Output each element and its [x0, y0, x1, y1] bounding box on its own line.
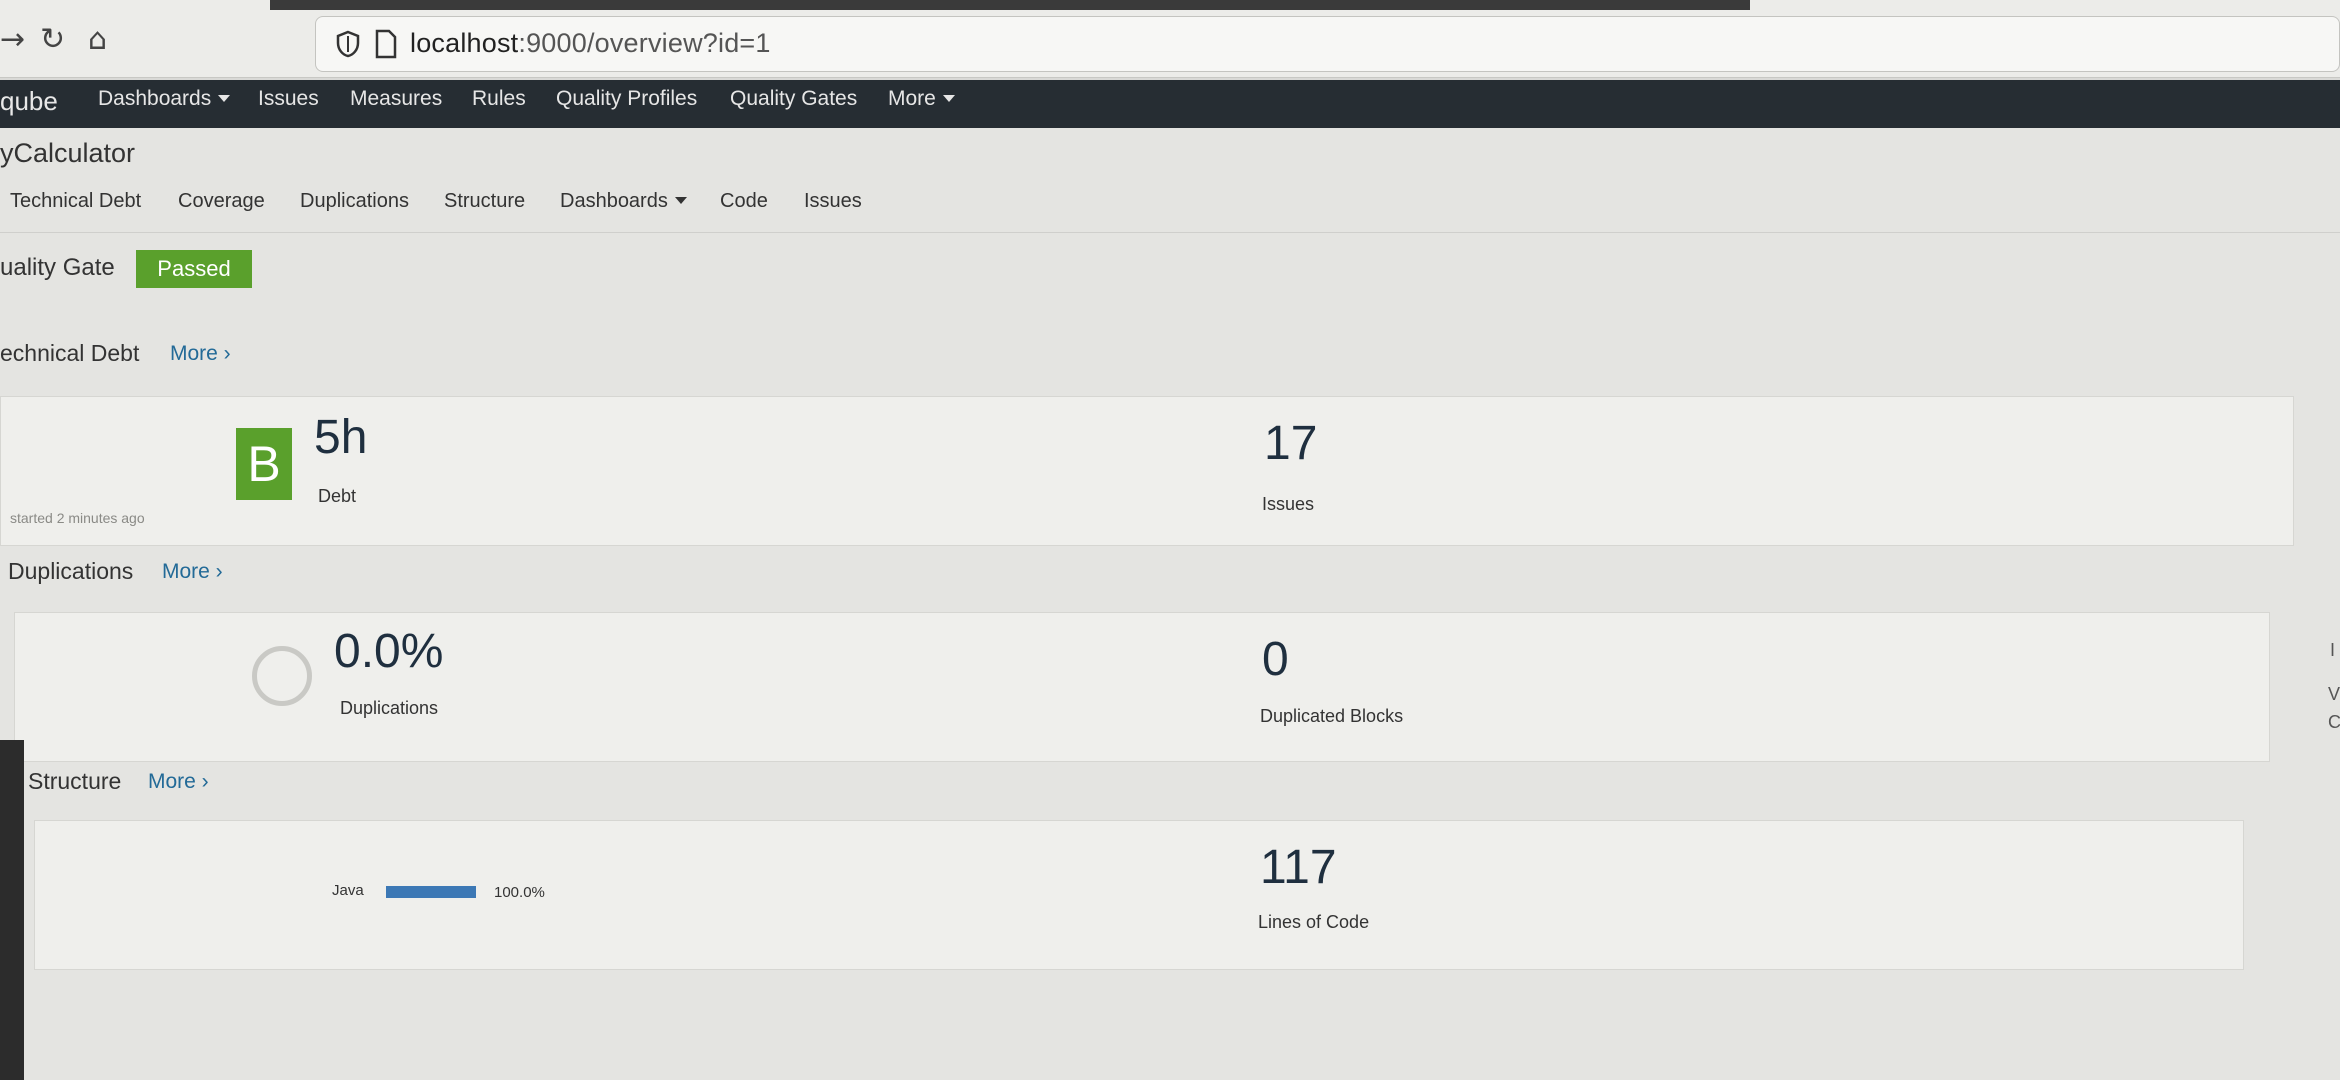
language-share: 100.0%: [494, 884, 545, 901]
nav-dashboards[interactable]: Dashboards: [98, 87, 231, 111]
issues-value[interactable]: 17: [1264, 416, 1317, 471]
shield-icon: [336, 30, 360, 58]
quality-gate-status-badge: Passed: [136, 250, 252, 288]
duplications-donut: [252, 646, 312, 706]
duplicated-blocks-label: Duplicated Blocks: [1260, 706, 1404, 726]
page-icon: [375, 29, 397, 59]
technical-debt-heading: echnical Debt: [0, 340, 140, 366]
sonarqube-logo[interactable]: qube: [0, 86, 58, 117]
nav-issues[interactable]: Issues: [258, 87, 319, 111]
caret-down-icon: [942, 95, 955, 102]
subnav-structure[interactable]: Structure: [444, 190, 525, 213]
caret-down-icon: [218, 95, 231, 102]
duplicated-blocks-value[interactable]: 0: [1262, 632, 1289, 687]
debt-rating-badge: B: [236, 428, 292, 500]
language-share-bar: [386, 886, 476, 898]
technical-debt-more-link[interactable]: More ›: [170, 342, 231, 366]
nav-dashboards-label: Dashboards: [98, 87, 212, 110]
nav-measures[interactable]: Measures: [350, 87, 442, 111]
subnav-issues[interactable]: Issues: [804, 190, 862, 213]
right-edge-text: I: [2330, 640, 2336, 660]
subnav-technical-debt[interactable]: Technical Debt: [10, 190, 141, 213]
subnav-duplications[interactable]: Duplications: [300, 190, 409, 213]
caret-down-icon: [674, 197, 687, 204]
duplications-more-link[interactable]: More ›: [162, 560, 223, 584]
duplications-label: Duplications: [340, 698, 439, 718]
right-edge-text: C: [2328, 712, 2340, 732]
url-text: localhost:9000/overview?id=1: [410, 28, 771, 59]
subnav-code[interactable]: Code: [720, 190, 768, 213]
address-bar[interactable]: localhost:9000/overview?id=1: [315, 16, 2340, 72]
issues-label: Issues: [1262, 494, 1315, 514]
debt-label: Debt: [318, 486, 357, 506]
url-path: :9000/overview?id=1: [518, 28, 771, 58]
home-icon[interactable]: ⌂: [88, 22, 107, 57]
analysis-timestamp: started 2 minutes ago: [10, 510, 145, 526]
subnav-dashboards-label: Dashboards: [560, 190, 668, 212]
structure-heading: Structure: [28, 768, 122, 794]
nav-more[interactable]: More: [888, 87, 955, 111]
subnav-coverage[interactable]: Coverage: [178, 190, 265, 213]
tab-strip: [270, 0, 1750, 10]
duplications-percent[interactable]: 0.0%: [334, 624, 443, 679]
lines-of-code-label: Lines of Code: [1258, 912, 1370, 932]
nav-rules[interactable]: Rules: [472, 87, 526, 111]
language-name: Java: [332, 882, 364, 899]
nav-quality-profiles[interactable]: Quality Profiles: [556, 87, 697, 111]
structure-more-link[interactable]: More ›: [148, 770, 209, 794]
divider: [0, 232, 2340, 233]
screen-bezel: [0, 740, 24, 1080]
reload-icon[interactable]: ↻: [40, 22, 65, 57]
forward-icon[interactable]: →: [0, 22, 25, 57]
browser-toolbar: → ↻ ⌂ localhost:9000/overview?id=1: [0, 0, 2340, 78]
structure-card: [34, 820, 2244, 970]
project-title: yCalculator: [0, 138, 136, 168]
url-host: localhost: [410, 28, 519, 58]
right-edge-text: V: [2328, 684, 2340, 704]
nav-quality-gates[interactable]: Quality Gates: [730, 87, 857, 111]
debt-value[interactable]: 5h: [314, 410, 367, 465]
duplications-heading: Duplications: [8, 558, 134, 584]
nav-more-label: More: [888, 87, 936, 110]
subnav-dashboards[interactable]: Dashboards: [560, 190, 687, 213]
lines-of-code-value[interactable]: 117: [1260, 840, 1337, 895]
sonar-navbar: qube Dashboards Issues Measures Rules Qu…: [0, 80, 2340, 128]
quality-gate-label: uality Gate: [0, 254, 115, 281]
